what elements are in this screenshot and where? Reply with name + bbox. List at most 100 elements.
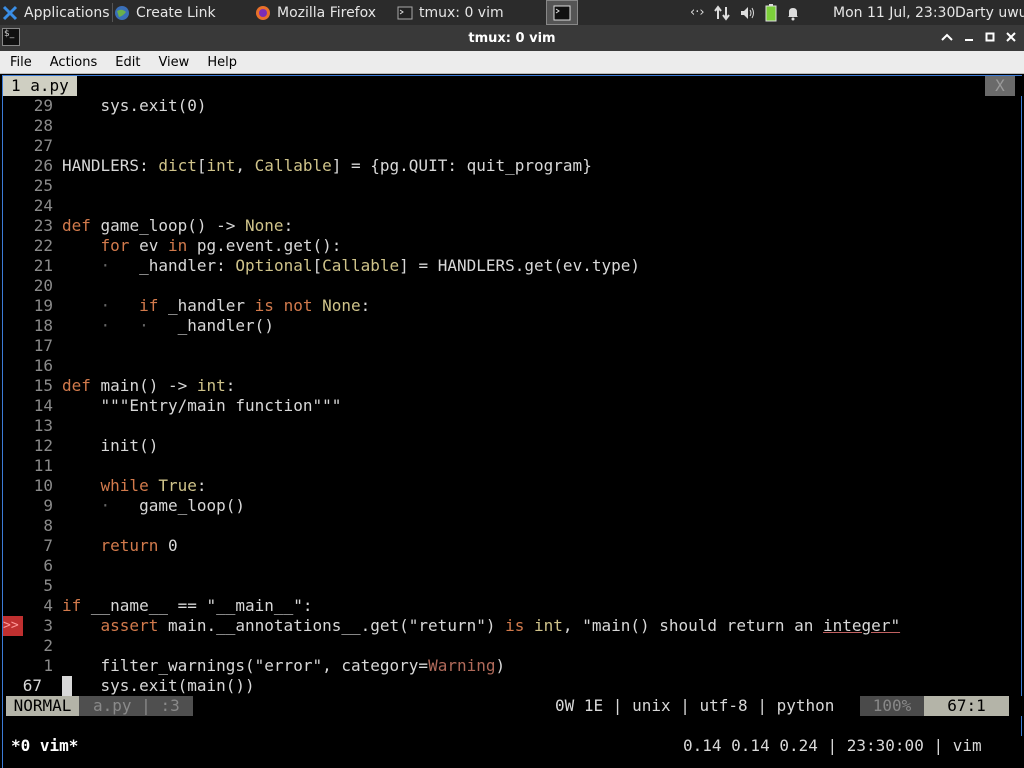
file-encoding: utf-8 — [699, 696, 748, 715]
line-number: 20 — [33, 276, 53, 295]
sign-column — [3, 136, 23, 156]
code-text: HANDLERS: dict[int, Callable] = {pg.QUIT… — [62, 156, 592, 175]
code-line[interactable]: 14 """Entry/main function""" — [3, 396, 1023, 416]
sign-column — [3, 556, 23, 576]
code-line[interactable]: 28 — [3, 116, 1023, 136]
task-create-link[interactable]: Create Link — [114, 0, 250, 25]
line-number: 2 — [43, 636, 53, 655]
volume-icon[interactable] — [739, 5, 757, 21]
line-number: 22 — [33, 236, 53, 255]
minimize-icon[interactable] — [964, 31, 974, 46]
code-text: def game_loop() -> None: — [62, 216, 294, 235]
code-line[interactable]: 21 · _handler: Optional[Callable] = HAND… — [3, 256, 1023, 276]
clock[interactable]: Mon 11 Jul, 23:30 — [833, 0, 955, 25]
sign-column — [3, 336, 23, 356]
line-number: 8 — [43, 516, 53, 535]
statusline-file: a.py | :3 — [79, 696, 193, 716]
task-terminal-launcher[interactable] — [546, 0, 578, 25]
sign-column — [3, 316, 23, 336]
line-number: 5 — [43, 576, 53, 595]
line-number: 10 — [33, 476, 53, 495]
sign-column — [3, 516, 23, 536]
vim-tabline: 1 a.py X — [3, 76, 1023, 96]
code-line[interactable]: >> 3 assert main.__annotations__.get("ret… — [3, 616, 1023, 636]
code-line[interactable]: 9 · game_loop() — [3, 496, 1023, 516]
code-text: assert main.__annotations__.get("return"… — [100, 616, 901, 635]
code-line[interactable]: 4 if __name__ == "__main__": — [3, 596, 1023, 616]
maximize-icon[interactable] — [985, 31, 995, 46]
code-line[interactable]: 67 sys.exit(main()) — [3, 676, 1023, 696]
battery-icon[interactable] — [765, 3, 777, 22]
code-line[interactable]: 10 while True: — [3, 476, 1023, 496]
code-line[interactable]: 5 — [3, 576, 1023, 596]
file-format: unix — [632, 696, 671, 715]
line-number: 14 — [33, 396, 53, 415]
code-line[interactable]: 17 — [3, 336, 1023, 356]
sign-column — [3, 276, 23, 296]
taskbar: Applications Create Link Mozilla Firefox… — [0, 0, 1024, 25]
code-line[interactable]: 15 def main() -> int: — [3, 376, 1023, 396]
code-line[interactable]: 12 init() — [3, 436, 1023, 456]
menubar: File Actions Edit View Help — [0, 51, 1024, 74]
task-firefox[interactable]: Mozilla Firefox — [255, 0, 391, 25]
scroll-percent: 100% — [860, 696, 924, 716]
menu-actions[interactable]: Actions — [40, 55, 106, 70]
code-line[interactable]: 25 — [3, 176, 1023, 196]
statusline-extra: :3 — [160, 696, 180, 715]
sign-column — [3, 216, 23, 236]
code-line[interactable]: 7 return 0 — [3, 536, 1023, 556]
code-line[interactable]: 13 — [3, 416, 1023, 436]
line-number: 3 — [43, 616, 53, 635]
line-number: 1 — [43, 656, 53, 675]
code-line[interactable]: 19 · if _handler is not None: — [3, 296, 1023, 316]
error-sign-icon: >> — [3, 616, 23, 636]
code-line[interactable]: 2 — [3, 636, 1023, 656]
sign-column — [3, 496, 23, 516]
menu-edit[interactable]: Edit — [105, 55, 148, 70]
code-line[interactable]: 8 — [3, 516, 1023, 536]
window-titlebar[interactable]: $_ tmux: 0 vim — [0, 25, 1024, 51]
terminal-icon — [397, 5, 413, 21]
user-menu[interactable]: Darty uwu — [955, 0, 1024, 25]
close-icon[interactable] — [1006, 31, 1016, 46]
menu-view[interactable]: View — [148, 55, 197, 70]
code-line[interactable]: 24 — [3, 196, 1023, 216]
line-number: 9 — [43, 496, 53, 515]
terminal-area[interactable]: 1 a.py X 29 sys.exit(0) 28 27 26 HANDLERS: d… — [2, 75, 1023, 768]
code-text: """Entry/main function""" — [100, 396, 342, 415]
chevron-up-icon[interactable] — [941, 31, 953, 46]
firefox-icon — [255, 5, 271, 21]
task-tmux[interactable]: tmux: 0 vim — [397, 0, 537, 25]
code-line[interactable]: 22 for ev in pg.event.get(): — [3, 236, 1023, 256]
code-text: if __name__ == "__main__": — [62, 596, 313, 615]
editor-buffer[interactable]: 29 sys.exit(0) 28 27 26 HANDLERS: dict[int, … — [3, 96, 1023, 696]
sign-column — [3, 476, 23, 496]
transfer-arrows-icon[interactable] — [713, 4, 731, 21]
menu-help[interactable]: Help — [197, 55, 245, 70]
code-line[interactable]: 16 — [3, 356, 1023, 376]
vim-tab-active[interactable]: 1 a.py — [3, 76, 77, 96]
code-line[interactable]: 26 HANDLERS: dict[int, Callable] = {pg.QU… — [3, 156, 1023, 176]
code-line[interactable]: 29 sys.exit(0) — [3, 96, 1023, 116]
tmux-window-tab[interactable]: *0 vim* — [11, 736, 78, 756]
sign-column — [3, 436, 23, 456]
code-line[interactable]: 6 — [3, 556, 1023, 576]
code-line[interactable]: 11 — [3, 456, 1023, 476]
window-controls — [941, 25, 1016, 51]
code-line[interactable]: 1 filter_warnings("error", category=Warn… — [3, 656, 1023, 676]
code-line[interactable]: 27 — [3, 136, 1023, 156]
sign-column — [3, 536, 23, 556]
taskbar-separator — [112, 3, 113, 22]
notification-bell-icon[interactable] — [785, 5, 801, 21]
code-text: for ev in pg.event.get(): — [100, 236, 342, 255]
vim-tab-close-button[interactable]: X — [985, 76, 1015, 96]
code-line[interactable]: 23 def game_loop() -> None: — [3, 216, 1023, 236]
code-line[interactable]: 18 · · _handler() — [3, 316, 1023, 336]
line-number: 7 — [43, 536, 53, 555]
code-line[interactable]: 20 — [3, 276, 1023, 296]
tmux-status-right: 0.14 0.14 0.24 | 23:30:00 | vim — [683, 736, 982, 755]
applications-menu[interactable]: Applications — [2, 0, 112, 25]
menu-file[interactable]: File — [0, 55, 40, 70]
sign-column — [3, 236, 23, 256]
network-icon[interactable]: ‹·› — [690, 5, 705, 20]
